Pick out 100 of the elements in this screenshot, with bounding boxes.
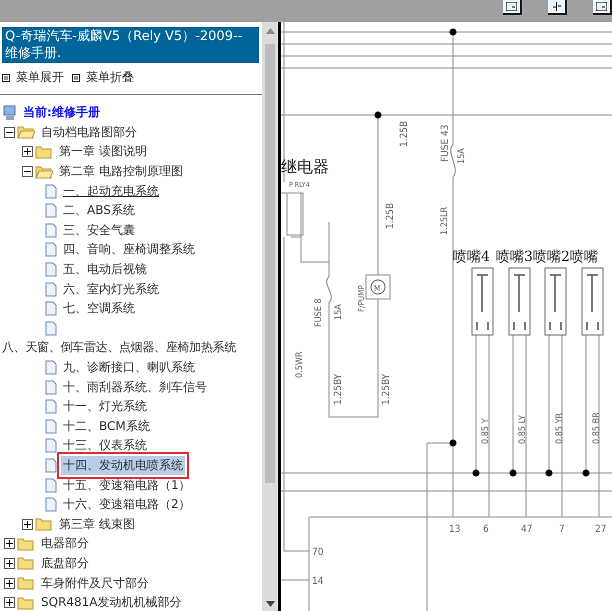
folder-icon	[17, 596, 35, 610]
fuse-label: 15A	[334, 304, 344, 320]
toolbar-button[interactable]	[593, 0, 612, 15]
document-icon	[45, 203, 57, 218]
document-icon	[45, 262, 57, 278]
expand-toggle[interactable]	[22, 518, 33, 530]
junction-dot	[472, 470, 480, 476]
tree-folder-item[interactable]: 车身附件及尺寸部分	[39, 574, 151, 593]
document-icon	[45, 360, 57, 376]
collapse-toggle[interactable]	[4, 126, 15, 138]
document-icon	[45, 478, 57, 493]
pin-number: 13	[449, 524, 460, 535]
document-icon	[45, 222, 57, 238]
folder-icon	[35, 517, 53, 532]
tree-page-item[interactable]: 六、室内灯光系统	[61, 280, 161, 299]
folder-icon	[35, 144, 53, 159]
junction-dot	[510, 470, 516, 476]
pin-number: 27	[595, 524, 606, 535]
tree-page-item[interactable]: 四、音响、座椅调整系统	[61, 240, 197, 260]
tree-folder-item[interactable]: 底盘部分	[39, 554, 91, 573]
fuse-symbol	[450, 144, 456, 178]
injector-symbol	[582, 268, 604, 336]
tree-page-item[interactable]: 九、诊断接口、喇叭系统	[61, 358, 197, 378]
injector-symbol	[472, 268, 494, 336]
manual-title: Q-奇瑞汽车-威麟V5（Rely V5）-2009-- 维修手册.	[2, 27, 259, 63]
pin-number: 47	[521, 524, 532, 535]
scroll-up-icon[interactable]	[266, 28, 274, 34]
open-folder-icon	[17, 125, 35, 140]
expand-toggle[interactable]	[4, 597, 15, 608]
scrollbar[interactable]	[262, 22, 278, 611]
expand-toggle[interactable]	[4, 538, 15, 550]
document-icon	[45, 282, 57, 297]
tree-page-item[interactable]: 十六、变速箱电路（2）	[61, 495, 193, 514]
tree-folder-item[interactable]: 第一章 读图说明	[57, 142, 149, 162]
wire-label: 0.85 YR	[555, 412, 565, 444]
window-layout-icon	[551, 2, 562, 11]
junction-dot	[450, 440, 456, 446]
fuse-symbol	[326, 276, 332, 302]
expand-toggle[interactable]	[22, 146, 33, 158]
tree-page-item[interactable]: 十二、BCM系统	[61, 416, 152, 436]
tree-folder-item[interactable]: SQR481A发动机机械部分	[39, 593, 184, 611]
pin-number: 14	[312, 576, 324, 587]
tree-page-item[interactable]: 十三、仪表系统	[61, 436, 149, 456]
folder-icon	[17, 576, 35, 590]
component-label: 喷嘴2	[533, 249, 570, 265]
component-label: F/PUMP	[357, 285, 366, 312]
computer-icon	[3, 104, 17, 121]
tree-page-item[interactable]: 五、电动后视镜	[61, 260, 149, 280]
toolbar-button[interactable]	[548, 0, 567, 15]
component-label: 继电器	[281, 157, 329, 176]
tree-page-item[interactable]: 八、天窗、倒车雷达、点烟器、座椅加热系统	[0, 338, 262, 358]
scroll-down-icon[interactable]	[266, 601, 274, 607]
wire-label: 0.85 LY	[518, 415, 528, 444]
window-layout-icon	[596, 2, 607, 11]
component-label: 喷嘴	[570, 249, 598, 265]
document-icon	[45, 418, 57, 434]
window-layout-icon	[506, 2, 517, 11]
document-icon	[45, 184, 57, 199]
wire-label: 0.85 Y	[481, 418, 491, 444]
wire-label: 1.25B	[399, 120, 410, 147]
list-icon	[2, 74, 10, 82]
expand-toggle[interactable]	[4, 558, 15, 569]
document-icon	[45, 320, 57, 336]
wire-label: 0.85 BR	[592, 412, 602, 444]
tree-page-item[interactable]: 七、空调系统	[61, 299, 137, 318]
tree-page-item[interactable]: 十、雨刮器系统、刹车信号	[61, 378, 209, 397]
tree-folder-item[interactable]: 电器部分	[39, 534, 91, 554]
tree-page-item[interactable]: 十一、灯光系统	[61, 397, 149, 416]
document-icon	[45, 380, 57, 395]
junction-dot	[450, 28, 456, 36]
fuse-label: FUSE 8	[314, 298, 324, 327]
fuse-label: FUSE 43	[440, 124, 451, 162]
tree-folder-item[interactable]: 第三章 线束图	[57, 514, 137, 534]
current-location: 当前:维修手册	[22, 104, 101, 122]
folder-icon	[17, 556, 35, 570]
menu-link[interactable]: 菜单展开	[2, 69, 64, 86]
wire-label: 1.25BY	[333, 374, 344, 405]
wire-label: 1.25LR	[440, 206, 450, 235]
document-icon	[45, 438, 57, 454]
collapse-toggle[interactable]	[22, 166, 33, 178]
menu-link[interactable]: 菜单折叠	[72, 69, 134, 86]
tree-page-item[interactable]: 二、ABS系统	[61, 201, 137, 220]
junction-dot	[582, 470, 590, 476]
pump-motor-symbol	[366, 274, 390, 300]
tree-page-item[interactable]: 十五、变速箱电路（1）	[61, 476, 193, 495]
document-icon	[45, 242, 57, 258]
fuse-label: 15A	[457, 148, 467, 164]
wire-label: 1.25B	[385, 202, 396, 229]
expand-toggle[interactable]	[4, 578, 15, 589]
open-folder-icon	[35, 164, 53, 179]
document-icon	[45, 497, 57, 512]
tree-folder-item[interactable]: 第二章 电路控制原理图	[57, 162, 185, 182]
tree-page-item[interactable]: 一、起动充电系统	[61, 182, 161, 201]
toolbar-button[interactable]	[503, 0, 522, 15]
folder-icon	[17, 536, 35, 551]
wire-label: 1.25BY	[381, 374, 392, 405]
tree-page-item[interactable]: 三、安全气囊	[61, 220, 137, 240]
tree-folder-item[interactable]: 自动档电路图部分	[39, 122, 139, 142]
tree-page-item[interactable]: 十四、发动机电喷系统	[61, 456, 185, 475]
injector-symbol	[544, 268, 566, 336]
